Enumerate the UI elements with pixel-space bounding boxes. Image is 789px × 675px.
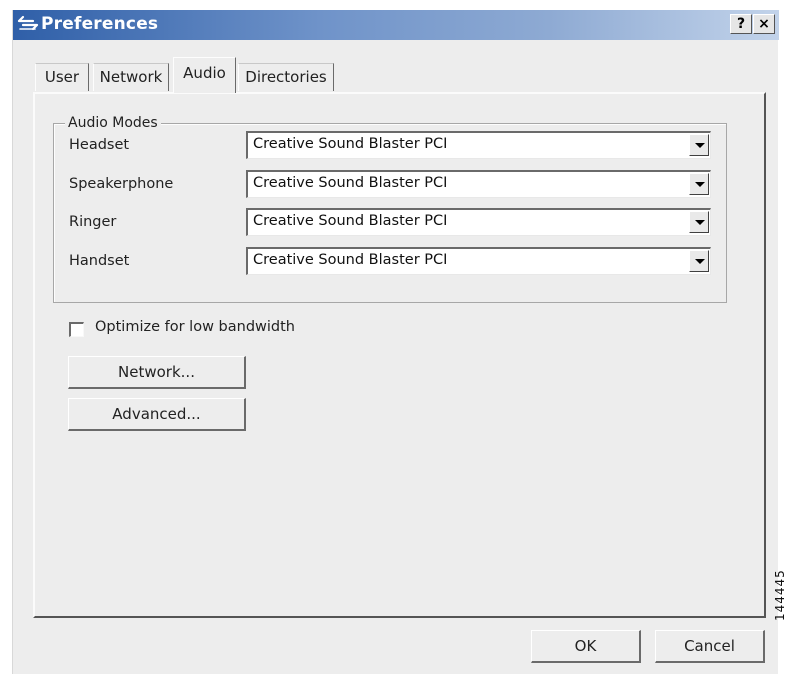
handset-label: Handset — [69, 253, 130, 269]
ok-button[interactable]: OK — [531, 630, 641, 663]
ringer-label: Ringer — [69, 214, 117, 230]
preferences-dialog: Preferences ? × User Network Directories… — [12, 10, 779, 674]
advanced-button[interactable]: Advanced... — [68, 398, 246, 431]
speakerphone-select[interactable]: Creative Sound Blaster PCI — [246, 170, 711, 198]
tab-audio[interactable]: Audio — [173, 57, 236, 93]
tab-directories[interactable]: Directories — [238, 63, 334, 91]
speakerphone-label: Speakerphone — [69, 176, 174, 192]
ringer-select[interactable]: Creative Sound Blaster PCI — [246, 208, 711, 236]
handset-select[interactable]: Creative Sound Blaster PCI — [246, 247, 711, 275]
ringer-select-value: Creative Sound Blaster PCI — [253, 213, 448, 229]
chevron-down-icon[interactable] — [689, 211, 709, 233]
audio-modes-legend: Audio Modes — [65, 115, 161, 131]
headset-select[interactable]: Creative Sound Blaster PCI — [246, 131, 711, 159]
headset-select-value: Creative Sound Blaster PCI — [253, 136, 448, 152]
chevron-down-icon[interactable] — [689, 134, 709, 156]
headset-label: Headset — [69, 137, 130, 153]
chevron-down-icon[interactable] — [689, 173, 709, 195]
tab-network[interactable]: Network — [93, 63, 169, 91]
cancel-button[interactable]: Cancel — [655, 630, 765, 663]
figure-code: 144445 — [773, 569, 787, 621]
speakerphone-select-value: Creative Sound Blaster PCI — [253, 175, 448, 191]
handset-select-value: Creative Sound Blaster PCI — [253, 252, 448, 268]
chevron-down-icon[interactable] — [689, 250, 709, 272]
optimize-bandwidth-checkbox[interactable] — [69, 322, 84, 337]
tab-user[interactable]: User — [35, 63, 89, 91]
network-button[interactable]: Network... — [68, 356, 246, 389]
optimize-bandwidth-label[interactable]: Optimize for low bandwidth — [95, 319, 295, 335]
